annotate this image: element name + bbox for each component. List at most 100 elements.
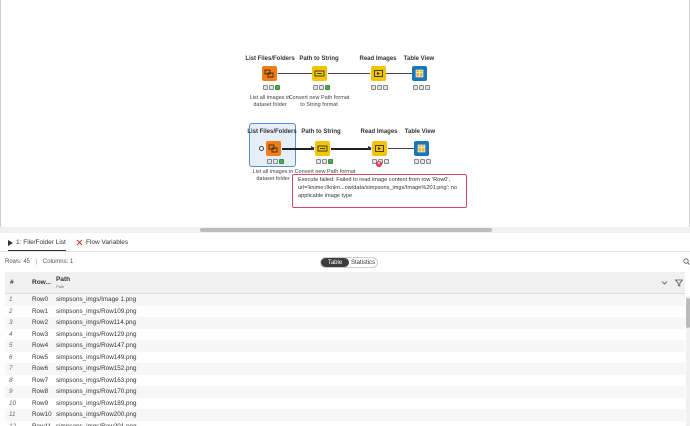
table-row[interactable]: 5 Row4 simpsons_imgs/Row147.png	[5, 340, 685, 352]
play-icon	[8, 239, 13, 246]
table-body: 1 Row0 simpsons_imgs/Image 1.png 2 Row1 simps…	[5, 294, 685, 426]
node-title-table-view-2: Table View	[404, 129, 436, 135]
node-status-6	[316, 159, 334, 165]
row-index: 4	[9, 330, 13, 338]
table-row[interactable]: 1 Row0 simpsons_imgs/Image 1.png	[5, 294, 685, 306]
header-rowid[interactable]: Row...	[32, 279, 51, 286]
row-index: 7	[9, 365, 13, 372]
node-status-8	[414, 159, 432, 165]
connection-active	[331, 148, 371, 150]
row-id: Row10	[32, 411, 52, 418]
workflow-canvas[interactable]: List Files/Folders List all images in da…	[0, 0, 690, 233]
filter-icon[interactable]	[675, 279, 683, 287]
path-to-string-node-1[interactable]	[312, 66, 327, 81]
view-toggle: Table Statistics	[320, 257, 378, 268]
row-id: Row3	[32, 330, 49, 338]
statistics-view-toggle[interactable]: Statistics	[349, 258, 377, 267]
connection	[388, 148, 414, 149]
row-index: 6	[9, 353, 13, 361]
node-status-2	[313, 85, 331, 91]
list-files-node-1[interactable]	[262, 66, 277, 81]
data-table: # Row... Path Path 1 Row0 simpsons_imgs/Im…	[0, 272, 690, 426]
table-row[interactable]: 3 Row2 simpsons_imgs/Row114.png	[5, 317, 685, 329]
row-index: 12	[9, 422, 17, 426]
table-view-node-1[interactable]	[412, 66, 427, 81]
convert-icon	[317, 145, 328, 152]
connection	[328, 73, 370, 74]
table-row[interactable]: 9 Row8 simpsons_imgs/Row170.png	[5, 386, 685, 398]
row-id: Row4	[32, 342, 49, 349]
row-id: Row8	[32, 388, 49, 395]
output-tabs: 1: File/Folder List Flow Variables	[0, 235, 690, 252]
rows-count: Rows: 45	[5, 259, 31, 265]
row-id: Row9	[32, 399, 49, 407]
table-row[interactable]: 7 Row6 simpsons_imgs/Row152.png	[5, 363, 685, 375]
desc-line: to String format	[300, 101, 338, 108]
node-desc-path-to-string-1: Convert new Path format to String format	[284, 95, 354, 108]
scrollbar-thumb[interactable]	[686, 298, 690, 328]
row-index: 8	[9, 376, 13, 384]
folder-icon	[268, 144, 278, 153]
table-info-bar: Rows: 45 | Columns: 1 Table Statistics	[0, 257, 690, 269]
input-port-icon[interactable]	[259, 146, 264, 151]
error-tooltip: Execute failed: Failed to read image con…	[292, 174, 467, 208]
table-vertical-scrollbar[interactable]	[686, 296, 690, 426]
path-cell: simpsons_imgs/Row200.png	[56, 411, 137, 418]
error-icon[interactable]: ×	[376, 161, 382, 167]
table-row[interactable]: 2 Row1 simpsons_imgs/Row109.png	[5, 306, 685, 318]
canvas-horizontal-scrollbar[interactable]	[0, 227, 690, 233]
path-cell: simpsons_imgs/Row201.png	[56, 422, 137, 426]
scrollbar-thumb[interactable]	[200, 228, 492, 232]
flow-variable-icon	[76, 239, 83, 246]
columns-count: Columns: 1	[42, 259, 74, 265]
row-id: Row6	[32, 365, 49, 372]
tab-file-folder-list[interactable]: 1: File/Folder List	[8, 239, 66, 251]
tab-flow-variables[interactable]: Flow Variables	[76, 239, 128, 246]
header-path[interactable]: Path	[56, 276, 70, 283]
row-id: Row5	[32, 353, 49, 361]
table-row[interactable]: 6 Row5 simpsons_imgs/Row149.png	[5, 352, 685, 364]
row-index: 3	[9, 319, 13, 326]
row-index: 10	[9, 399, 17, 407]
chevron-down-icon[interactable]	[661, 279, 668, 286]
search-icon[interactable]	[683, 258, 690, 265]
read-images-node-2[interactable]	[372, 141, 387, 156]
table-icon	[417, 144, 426, 153]
table-row[interactable]: 11 Row10 simpsons_imgs/Row200.png	[5, 409, 685, 421]
table-row[interactable]: 4 Row3 simpsons_imgs/Row129.png	[5, 329, 685, 341]
row-index: 2	[9, 307, 13, 315]
path-cell: simpsons_imgs/Image 1.png	[56, 296, 137, 303]
folder-icon	[264, 69, 274, 78]
convert-icon	[314, 70, 325, 77]
path-cell: simpsons_imgs/Row170.png	[56, 388, 137, 395]
row-index: 5	[9, 342, 13, 349]
list-files-node-2[interactable]	[266, 141, 281, 156]
table-view-node-2[interactable]	[414, 141, 429, 156]
table-row[interactable]: 10 Row9 simpsons_imgs/Row189.png	[5, 398, 685, 410]
path-cell: simpsons_imgs/Row163.png	[56, 376, 137, 384]
path-cell: simpsons_imgs/Row129.png	[56, 330, 137, 338]
row-index: 1	[9, 296, 13, 303]
table-row[interactable]: 12 Row11 simpsons_imgs/Row201.png	[5, 421, 685, 426]
node-status-5	[267, 159, 285, 165]
row-id: Row0	[32, 296, 49, 303]
row-id: Row11	[32, 422, 52, 426]
info-separator: |	[35, 259, 38, 265]
table-view-toggle[interactable]: Table	[321, 258, 349, 267]
tab-label: 1: File/Folder List	[16, 239, 66, 246]
tab-label: Flow Variables	[86, 239, 129, 246]
path-cell: simpsons_imgs/Row147.png	[56, 342, 137, 349]
table-icon	[415, 69, 424, 78]
node-title-table-view-1: Table View	[403, 56, 435, 62]
node-status-1	[263, 85, 281, 91]
path-to-string-node-2[interactable]	[315, 141, 330, 156]
row-id: Row1	[32, 307, 49, 315]
table-row[interactable]: 8 Row7 simpsons_imgs/Row163.png	[5, 375, 685, 387]
row-id: Row7	[32, 376, 49, 384]
image-read-icon	[375, 145, 384, 152]
canvas-left-border	[0, 0, 1, 227]
connection-active	[282, 148, 314, 150]
read-images-node-1[interactable]	[371, 66, 386, 81]
table-header: # Row... Path Path	[5, 272, 685, 294]
header-path-type: Path	[56, 284, 65, 289]
